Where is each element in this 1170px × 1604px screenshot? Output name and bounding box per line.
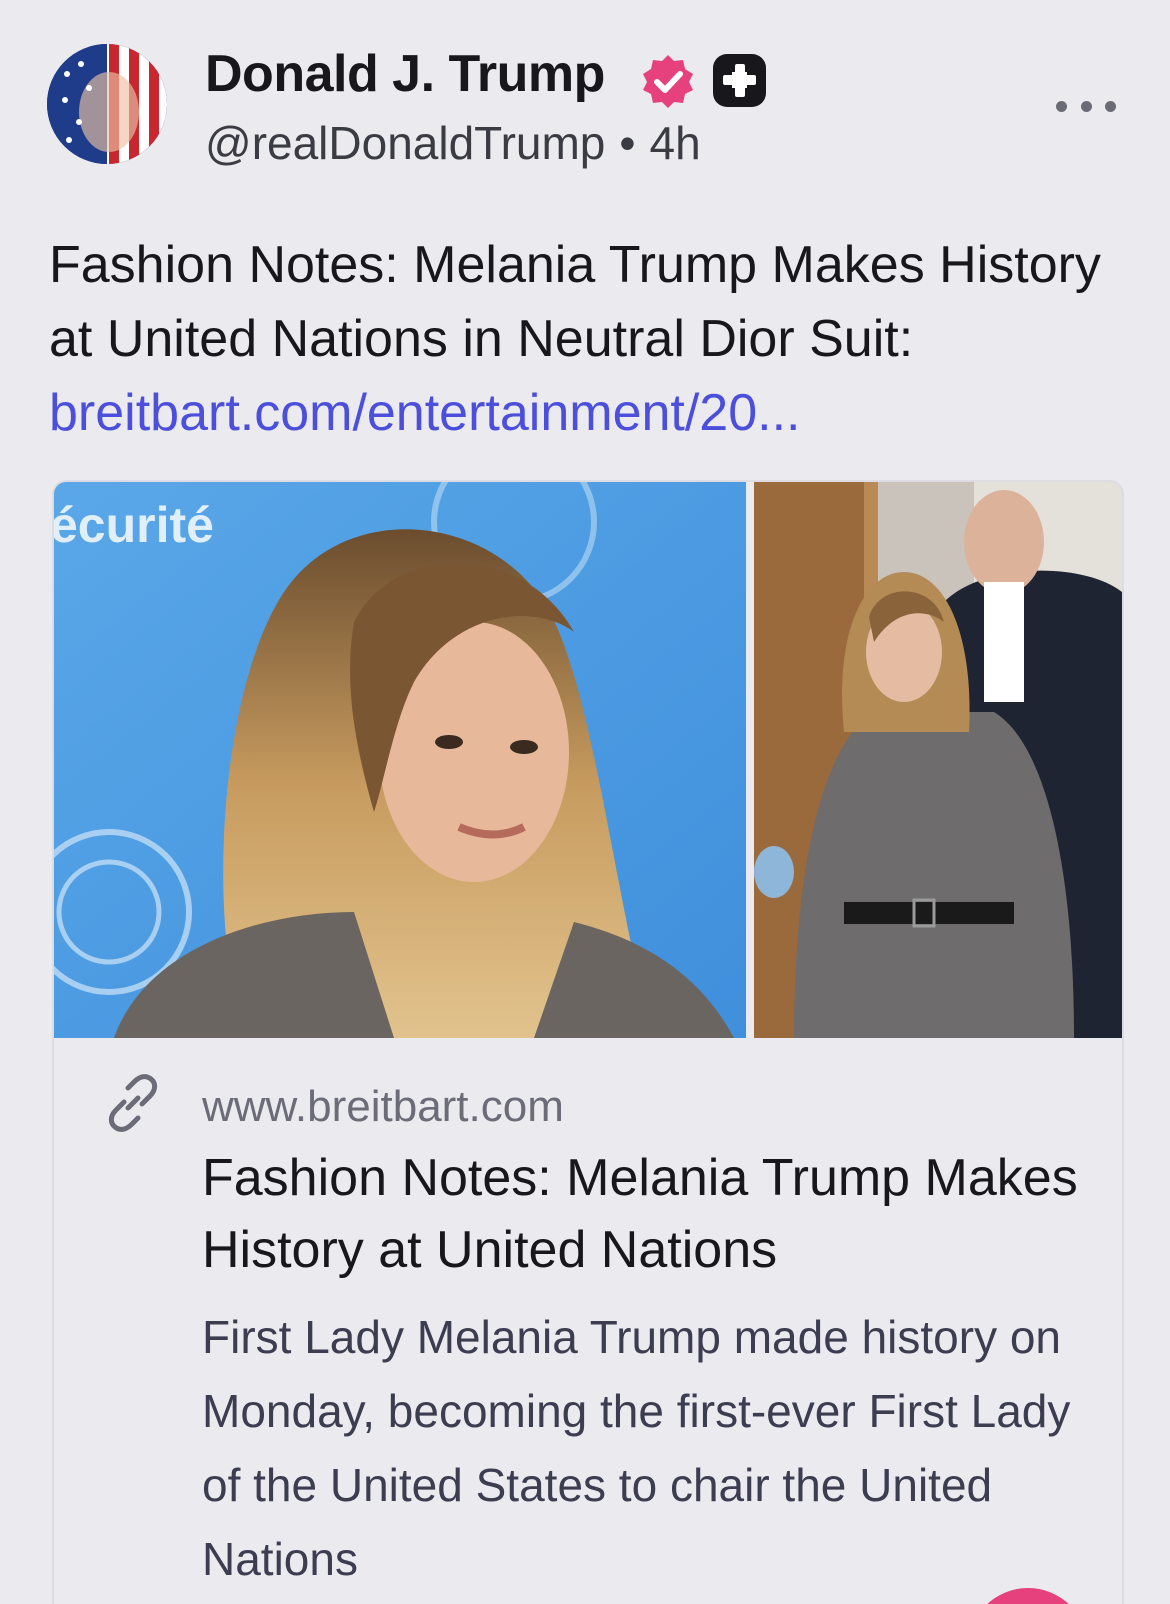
post-timestamp[interactable]: 4h — [649, 117, 700, 169]
post-body: Fashion Notes: Melania Trump Makes Histo… — [49, 236, 1101, 368]
author-meta: @realDonaldTrump • 4h — [205, 116, 701, 170]
more-dot-icon — [1056, 100, 1067, 112]
link-preview-card[interactable]: écurité www.breitbart.com Fashion Notes:… — [52, 480, 1124, 1604]
link-icon — [108, 1074, 158, 1132]
card-domain[interactable]: www.breitbart.com — [202, 1082, 564, 1132]
card-title[interactable]: Fashion Notes: Melania Trump Makes Histo… — [202, 1142, 1082, 1286]
more-options-button[interactable] — [1056, 92, 1116, 120]
truth-post: Donald J. Trump @realDonaldTrump • 4h Fash… — [0, 0, 1170, 1604]
avatar-image — [47, 44, 167, 164]
avatar[interactable] — [47, 44, 167, 164]
more-dot-icon — [1105, 100, 1116, 112]
verified-badge-icon — [643, 55, 693, 108]
backdrop-text: écurité — [54, 497, 214, 553]
author-name[interactable]: Donald J. Trump — [205, 44, 605, 104]
post-link[interactable]: breitbart.com/entertainment/20... — [49, 384, 801, 442]
author-handle[interactable]: @realDonaldTrump — [205, 117, 605, 169]
more-dot-icon — [1080, 100, 1092, 112]
post-text: Fashion Notes: Melania Trump Makes Histo… — [49, 228, 1139, 450]
meta-separator: • — [619, 117, 636, 169]
card-description: First Lady Melania Trump made history on… — [202, 1311, 1071, 1585]
preview-image-main[interactable]: écurité — [54, 482, 746, 1038]
plus-badge-icon — [713, 54, 766, 107]
preview-image-secondary[interactable] — [754, 482, 1122, 1038]
